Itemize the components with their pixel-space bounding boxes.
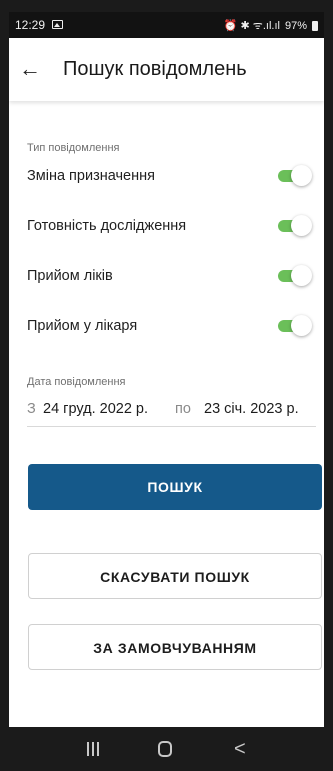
toggle-switch[interactable]	[274, 215, 312, 236]
toggle-row-study-ready[interactable]: Готовність дослідження	[27, 214, 312, 238]
toggle-label: Зміна призначення	[27, 168, 155, 184]
home-icon[interactable]	[158, 741, 172, 757]
app-bar: ← Пошук повідомлень	[9, 38, 324, 101]
switch-thumb	[291, 165, 312, 186]
battery-percent: 97%	[284, 19, 307, 32]
switch-thumb	[291, 215, 312, 236]
status-bar: 12:29 ⏰ ✱ ᯤ.ıl.ıl 97%	[9, 12, 324, 38]
status-icons: ⏰ ✱ ᯤ.ıl.ıl	[223, 20, 280, 32]
back-chevron-icon[interactable]: <	[234, 738, 246, 761]
toggle-label: Готовність дослідження	[27, 218, 187, 234]
switch-thumb	[291, 315, 312, 336]
toggle-label: Прийом ліків	[27, 268, 113, 284]
switch-thumb	[291, 265, 312, 286]
status-time: 12:29	[15, 18, 46, 32]
toggle-row-doctor-visit[interactable]: Прийом у лікаря	[27, 314, 312, 338]
toggle-label: Прийом у лікаря	[27, 318, 138, 334]
toggle-switch[interactable]	[274, 315, 312, 336]
date-from-prefix: З	[27, 401, 36, 417]
toggle-switch[interactable]	[274, 165, 312, 186]
date-from-field[interactable]: 24 груд. 2022 р.	[43, 401, 148, 417]
date-to-field[interactable]: 23 січ. 2023 р.	[204, 401, 299, 417]
arrow-left-icon[interactable]: ←	[19, 54, 49, 84]
device-frame: 12:29 ⏰ ✱ ᯤ.ıl.ıl 97% ← Пошук повідомлен…	[0, 0, 333, 771]
recents-icon[interactable]	[87, 742, 99, 756]
message-date-label: Дата повідомлення	[27, 376, 126, 388]
screen: 12:29 ⏰ ✱ ᯤ.ıl.ıl 97% ← Пошук повідомлен…	[9, 12, 324, 727]
cancel-search-button[interactable]: СКАСУВАТИ ПОШУК	[28, 553, 322, 599]
toggle-row-reassignment[interactable]: Зміна призначення	[27, 164, 312, 188]
toggle-switch[interactable]	[274, 265, 312, 286]
status-indicators: ⏰ ✱ ᯤ.ıl.ıl 97%	[224, 18, 318, 33]
page-title: Пошук повідомлень	[63, 58, 247, 80]
date-range: З 24 груд. 2022 р. по 23 січ. 2023 р.	[27, 397, 316, 427]
search-button[interactable]: ПОШУК	[28, 464, 322, 510]
date-to-prefix: по	[175, 401, 191, 417]
toggle-row-medication[interactable]: Прийом ліків	[27, 264, 312, 288]
battery-icon	[312, 20, 318, 31]
default-button[interactable]: ЗА ЗАМОВЧУВАННЯМ	[28, 624, 322, 670]
image-notification-icon	[52, 20, 63, 29]
system-nav-bar: <	[0, 727, 333, 771]
message-type-label: Тип повідомлення	[27, 142, 120, 154]
